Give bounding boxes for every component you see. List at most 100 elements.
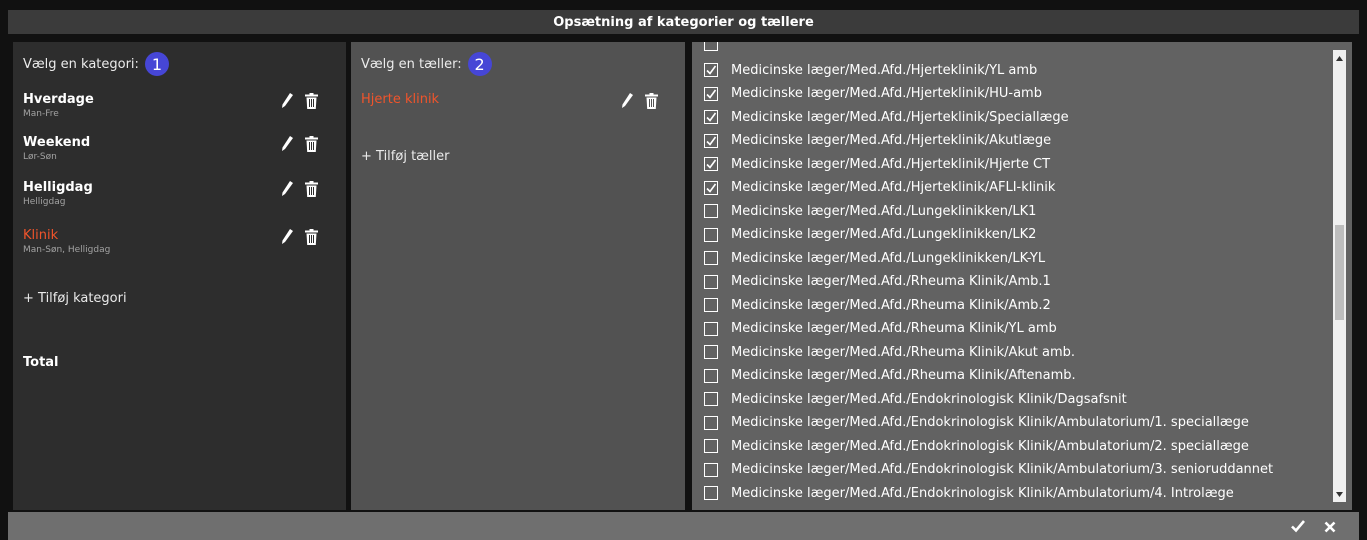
- category-name: Weekend: [23, 135, 91, 150]
- unit-label: Medicinske læger/Med.Afd./Hjerteklinik/Y…: [731, 62, 1038, 78]
- unit-label: Medicinske læger/Med.Afd./Endokrinologis…: [731, 438, 1249, 454]
- unit-label: Medicinske læger/Med.Afd./Hjerteklinik/H…: [731, 86, 1042, 101]
- cancel-button[interactable]: [1324, 518, 1336, 537]
- scroll-up-button[interactable]: [1333, 50, 1346, 66]
- unit-checkbox[interactable]: [704, 86, 718, 101]
- add-category-link[interactable]: + Tilføj kategori: [23, 291, 127, 306]
- counter-name: Hjerte klinik: [361, 92, 440, 107]
- unit-checkbox[interactable]: [704, 157, 718, 171]
- counter-heading-label: Vælg en tæller:: [361, 56, 462, 72]
- unit-row[interactable]: Medicinske læger/Med.Afd./Rheuma Klinik/…: [704, 293, 1334, 317]
- unit-row[interactable]: Medicinske læger/Med.Afd./Hjerteklinik/Y…: [704, 58, 1334, 82]
- unit-checkbox[interactable]: [704, 392, 718, 406]
- trash-icon[interactable]: [305, 136, 318, 152]
- unit-checkbox[interactable]: [704, 204, 718, 218]
- checkmark-icon: [706, 136, 717, 146]
- unit-row[interactable]: Medicinske læger/Med.Afd./Lungeklinikken…: [704, 223, 1334, 247]
- category-days: Lør-Søn: [23, 152, 57, 162]
- unit-row[interactable]: Medicinske læger/Med.Afd./Rheuma Klinik/…: [704, 270, 1334, 294]
- pencil-icon[interactable]: [281, 93, 294, 109]
- trash-icon[interactable]: [305, 181, 318, 197]
- dialog-title-bar: Opsætning af kategorier og tællere: [8, 10, 1359, 34]
- checkmark-icon: [706, 159, 717, 169]
- scrollbar[interactable]: [1333, 50, 1346, 502]
- unit-checkbox[interactable]: [704, 227, 718, 242]
- pencil-icon[interactable]: [281, 136, 294, 152]
- unit-label: Medicinske læger/Med.Afd./Hjerteklinik/S…: [731, 109, 1069, 125]
- unit-label: Medicinske læger/Med.Afd./Endokrinologis…: [731, 391, 1127, 407]
- unit-checkbox[interactable]: [704, 368, 718, 383]
- pencil-icon[interactable]: [281, 181, 294, 197]
- unit-checkbox[interactable]: [704, 42, 718, 51]
- unit-row[interactable]: Medicinske læger/Med.Afd./Lungeklinikken…: [704, 246, 1334, 270]
- pencil-icon[interactable]: [621, 93, 634, 109]
- category-days: Helligdag: [23, 197, 66, 207]
- trash-icon[interactable]: [305, 229, 318, 245]
- unit-row[interactable]: Medicinske læger/Med.Afd./Hjerteklinik/A…: [704, 129, 1334, 153]
- unit-row[interactable]: Medicinske læger/Med.Afd./Endokrinologis…: [704, 387, 1334, 411]
- unit-row[interactable]: Medicinske læger/Med.Afd./Endokrinologis…: [704, 411, 1334, 435]
- unit-row[interactable]: Medicinske læger/Med.Afd./Endokrinologis…: [704, 434, 1334, 458]
- category-item-active[interactable]: Klinik Man-Søn, Helligdag: [23, 228, 333, 262]
- checkmark-icon: [706, 112, 717, 122]
- dialog-footer: [8, 512, 1359, 540]
- checkmark-icon: [706, 183, 717, 193]
- unit-checkbox[interactable]: [704, 63, 718, 77]
- unit-label: Medicinske læger/Med.Afd./Rheuma Klinik/…: [731, 344, 1076, 360]
- step-badge-2: 2: [467, 52, 492, 76]
- unit-row[interactable]: Medicinske læger/Med.Afd./Hjerteklinik/S…: [704, 105, 1334, 129]
- unit-row[interactable]: Medicinske læger/Med.Afd./Lungeklinikken…: [704, 199, 1334, 223]
- checkmark-icon: [706, 65, 717, 75]
- category-heading: Vælg en kategori: 1: [23, 52, 169, 76]
- category-days: Man-Søn, Helligdag: [23, 245, 111, 255]
- confirm-button[interactable]: [1291, 518, 1305, 537]
- category-item[interactable]: Helligdag Helligdag: [23, 180, 333, 214]
- scroll-down-button[interactable]: [1333, 486, 1346, 502]
- unit-label: Medicinske læger/Med.Afd./Hjerteklinik/A…: [731, 180, 1056, 195]
- unit-checkbox[interactable]: [704, 486, 718, 500]
- category-name: Klinik: [23, 228, 59, 243]
- unit-checkbox[interactable]: [704, 110, 718, 124]
- category-panel: Vælg en kategori: 1 Hverdage Man-Fre Wee…: [13, 42, 346, 510]
- category-item[interactable]: Hverdage Man-Fre: [23, 92, 333, 126]
- unit-checkbox[interactable]: [704, 345, 718, 359]
- trash-icon[interactable]: [645, 93, 658, 109]
- units-checklist: Medicinske læger/Med.Afd./Hjerteklinik/Y…: [692, 42, 1352, 510]
- unit-row[interactable]: Medicinske læger/Med.Afd./Endokrinologis…: [704, 481, 1334, 505]
- unit-checkbox[interactable]: [704, 133, 718, 148]
- unit-checkbox[interactable]: [704, 415, 718, 430]
- triangle-up-icon: [1336, 55, 1343, 61]
- unit-label: Medicinske læger/Med.Afd./Rheuma Klinik/…: [731, 297, 1051, 313]
- dialog-title: Opsætning af kategorier og tællere: [553, 14, 814, 30]
- unit-row[interactable]: Medicinske læger/Med.Afd./Rheuma Klinik/…: [704, 317, 1334, 341]
- unit-checkbox[interactable]: [704, 298, 718, 312]
- unit-checkbox[interactable]: [704, 251, 718, 265]
- category-item[interactable]: Weekend Lør-Søn: [23, 135, 333, 169]
- unit-row[interactable]: Medicinske læger/Med.Afd./Hjerteklinik/H…: [704, 152, 1334, 176]
- unit-checkbox[interactable]: [704, 439, 718, 453]
- unit-checkbox[interactable]: [704, 180, 718, 195]
- total-label[interactable]: Total: [23, 355, 59, 370]
- counter-panel: Vælg en tæller: 2 Hjerte klinik + Tilføj…: [351, 42, 685, 510]
- checkmark-icon: [706, 89, 717, 99]
- close-icon: [1324, 521, 1336, 533]
- unit-label: Medicinske læger/Med.Afd./Endokrinologis…: [731, 415, 1249, 430]
- unit-label: Medicinske læger/Med.Afd./Hjerteklinik/H…: [731, 156, 1051, 172]
- unit-row[interactable]: Medicinske læger/Med.Afd./Rheuma Klinik/…: [704, 364, 1334, 388]
- unit-checkbox[interactable]: [704, 274, 718, 289]
- unit-label: Medicinske læger/Med.Afd./Rheuma Klinik/…: [731, 274, 1051, 289]
- unit-checkbox[interactable]: [704, 321, 718, 336]
- unit-row[interactable]: Medicinske læger/Med.Afd./Hjerteklinik/A…: [704, 176, 1334, 200]
- scroll-thumb[interactable]: [1335, 225, 1344, 320]
- category-name: Helligdag: [23, 180, 93, 195]
- unit-label: Medicinske læger/Med.Afd./Lungeklinikken…: [731, 250, 1046, 266]
- trash-icon[interactable]: [305, 93, 318, 109]
- unit-checkbox[interactable]: [704, 462, 718, 477]
- unit-row[interactable]: [704, 42, 1334, 56]
- unit-row[interactable]: Medicinske læger/Med.Afd./Hjerteklinik/H…: [704, 82, 1334, 106]
- pencil-icon[interactable]: [281, 229, 294, 245]
- unit-row[interactable]: Medicinske læger/Med.Afd./Rheuma Klinik/…: [704, 340, 1334, 364]
- counter-item-active[interactable]: Hjerte klinik: [361, 92, 671, 126]
- add-counter-link[interactable]: + Tilføj tæller: [361, 149, 450, 164]
- unit-row[interactable]: Medicinske læger/Med.Afd./Endokrinologis…: [704, 458, 1334, 482]
